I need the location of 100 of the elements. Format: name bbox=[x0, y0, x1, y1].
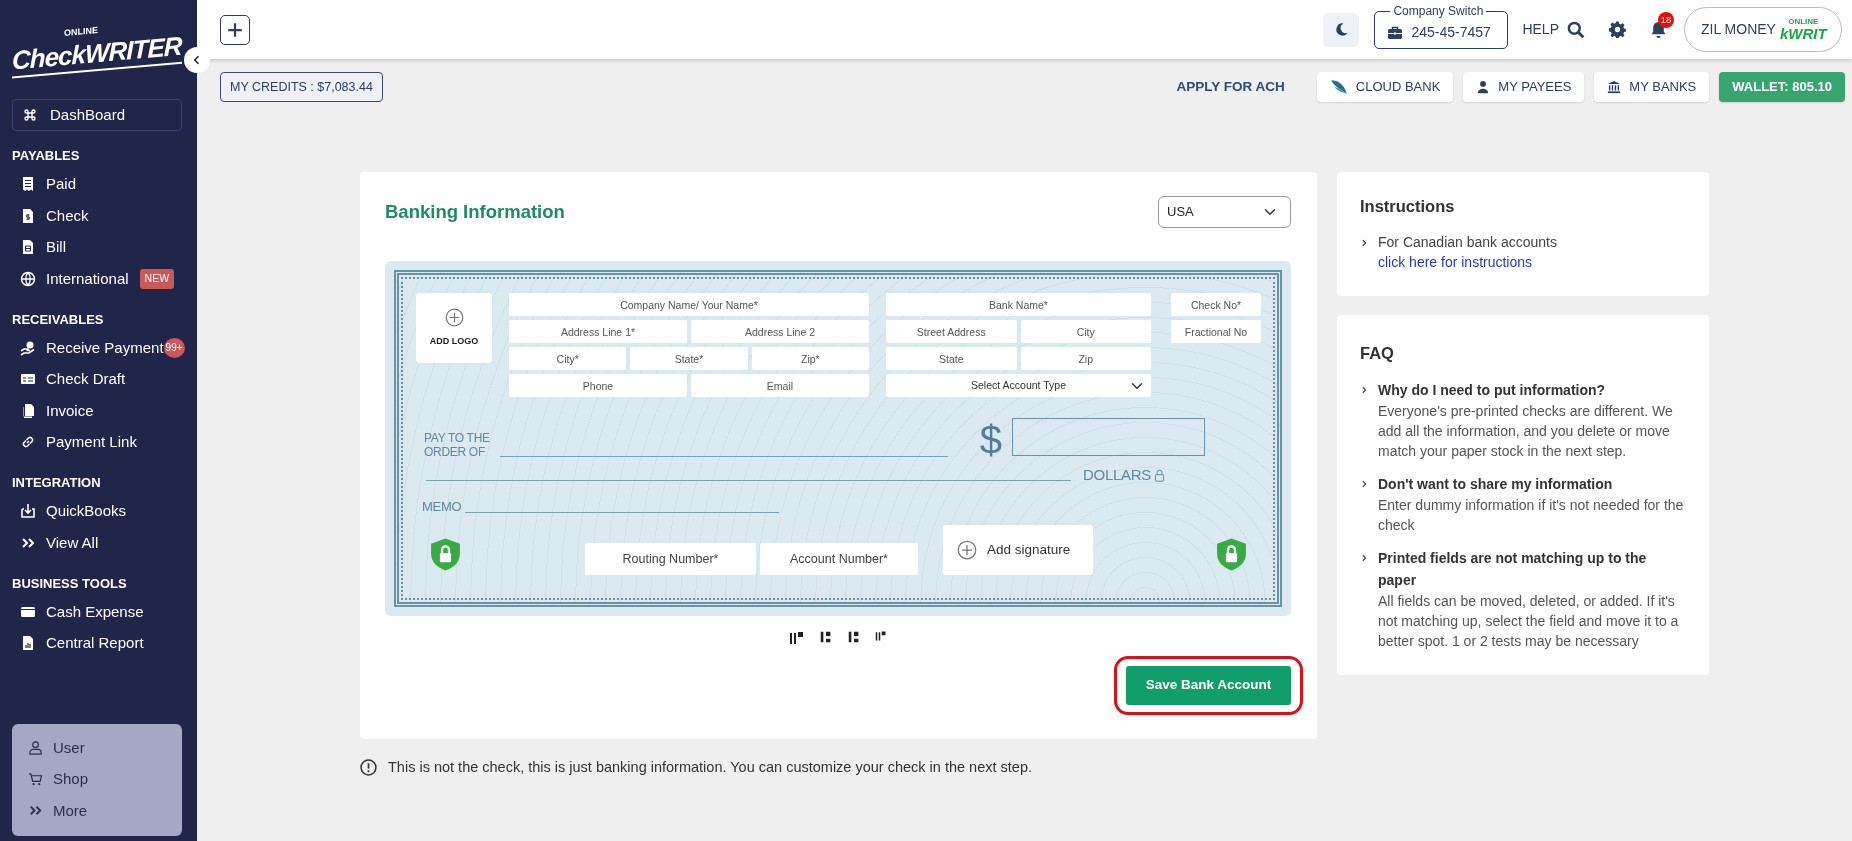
sidebar-item[interactable]: QuickBooks bbox=[12, 495, 185, 527]
menu-item[interactable]: More bbox=[28, 795, 182, 827]
report-icon bbox=[20, 635, 36, 652]
bank-icon bbox=[1607, 80, 1622, 94]
input-field[interactable]: Email bbox=[691, 374, 869, 397]
dashboard-button[interactable]: DashBoard bbox=[12, 99, 182, 131]
sidebar-item[interactable]: Bill bbox=[12, 231, 185, 263]
sidebar-item[interactable]: View All bbox=[12, 527, 185, 559]
sidebar-item[interactable]: Central Report bbox=[12, 627, 185, 659]
sidebar-item[interactable]: Payment Link bbox=[12, 426, 185, 458]
hand-coin-icon bbox=[20, 339, 36, 356]
faq-answer: Everyone's pre-printed checks are different. We add all the information, and you delete or move match your paper stock in the next step. bbox=[1378, 401, 1674, 461]
input-field[interactable]: Zip bbox=[1020, 347, 1151, 370]
logo-tagline: ONLINE bbox=[1787, 18, 1820, 26]
input-field[interactable]: City* bbox=[509, 347, 627, 370]
faq-answer: All fields can be moved, deleted, or added. If it's not matching up, select the field and move it to a better spot. 1 or 2 tests may be necessary bbox=[1378, 591, 1680, 651]
company-switch-label: Company Switch bbox=[1390, 3, 1487, 18]
credits-button[interactable]: MY CREDITS : $7,083.44 bbox=[220, 72, 383, 102]
logo-wordmark: kWRIT bbox=[1779, 26, 1827, 41]
new-badge: NEW bbox=[139, 268, 175, 289]
plus-circle-icon bbox=[444, 307, 464, 327]
add-button[interactable] bbox=[220, 14, 250, 45]
sidebar-item[interactable]: Check Draft bbox=[12, 363, 185, 395]
action-button[interactable]: MY PAYEES bbox=[1463, 72, 1585, 102]
menu-item[interactable]: User bbox=[28, 732, 182, 764]
action-button[interactable]: MY BANKS bbox=[1594, 72, 1710, 102]
document-icon bbox=[20, 239, 36, 256]
plus-circle-icon bbox=[957, 540, 977, 561]
sidebar-item[interactable]: Invoice bbox=[12, 395, 185, 427]
bank-logo-icon bbox=[1329, 78, 1348, 96]
input-field[interactable]: Bank Name* bbox=[886, 293, 1151, 316]
count-badge: 99+ bbox=[163, 337, 185, 358]
action-button[interactable]: CLOUD BANK bbox=[1316, 72, 1454, 102]
notifications-button[interactable]: 18 bbox=[1650, 12, 1676, 38]
section-heading: RECEIVABLES bbox=[12, 310, 105, 329]
micr-symbol-icon bbox=[875, 630, 887, 642]
notification-count: 18 bbox=[1658, 12, 1674, 28]
input-field[interactable]: Phone bbox=[509, 374, 687, 397]
moon-icon bbox=[1333, 22, 1349, 37]
shield-lock-icon bbox=[1215, 536, 1248, 573]
briefcase-icon bbox=[1387, 24, 1404, 41]
input-field[interactable]: Address Line 1* bbox=[509, 320, 687, 343]
input-field[interactable]: State bbox=[886, 347, 1017, 370]
menu-item[interactable]: Shop bbox=[28, 763, 182, 795]
cart-icon bbox=[28, 771, 43, 787]
input-field[interactable]: Company Name/ Your Name* bbox=[509, 293, 869, 316]
input-field[interactable]: Fractional No bbox=[1171, 320, 1261, 343]
help-link[interactable]: HELP bbox=[1522, 19, 1559, 40]
country-select[interactable]: USA bbox=[1158, 196, 1291, 228]
section-heading: BUSINESS TOOLS bbox=[12, 574, 128, 593]
input-field[interactable]: City bbox=[1020, 320, 1151, 343]
section-heading: PAYABLES bbox=[12, 147, 81, 165]
input-field[interactable]: Address Line 2 bbox=[691, 320, 869, 343]
card-title: Banking Information bbox=[385, 200, 565, 225]
sidebar-item[interactable]: Receive Payment99+ bbox=[12, 332, 185, 364]
faq-question[interactable]: Don't want to share my information bbox=[1378, 472, 1685, 495]
settings-button[interactable] bbox=[1609, 21, 1626, 38]
user-icon bbox=[28, 740, 43, 756]
routing-number-field[interactable]: Routing Number* bbox=[585, 543, 756, 576]
add-signature-button[interactable]: Add signature bbox=[943, 525, 1093, 576]
receipt-icon bbox=[20, 176, 36, 193]
person-icon bbox=[1476, 80, 1491, 94]
sidebar-item[interactable]: Paid bbox=[12, 168, 185, 200]
micr-symbol-icon bbox=[819, 630, 833, 644]
sidebar-item[interactable]: International NEW bbox=[12, 263, 185, 295]
globe-icon bbox=[20, 270, 36, 287]
shield-lock-icon bbox=[429, 536, 462, 573]
micr-symbol-icon bbox=[847, 630, 861, 644]
pay-to-label: PAY TO THE ORDER OF bbox=[424, 432, 490, 460]
settings-icon bbox=[1609, 21, 1626, 38]
input-field[interactable]: State* bbox=[630, 347, 748, 370]
sidebar-item[interactable]: Check bbox=[12, 200, 185, 232]
faq-answer: Enter dummy information if it's not needed for the check bbox=[1378, 495, 1685, 535]
sidebar-item[interactable]: Cash Expense bbox=[12, 596, 185, 628]
plus-icon bbox=[226, 20, 244, 39]
faq-question[interactable]: Printed fields are not matching up to the paper bbox=[1378, 546, 1685, 591]
card-title: FAQ bbox=[1360, 342, 1395, 364]
amount-field[interactable] bbox=[1011, 418, 1205, 456]
padlock-icon bbox=[1152, 468, 1166, 484]
section-heading: INTEGRATION bbox=[12, 474, 102, 492]
input-field[interactable]: Zip* bbox=[751, 347, 869, 370]
add-logo-button[interactable]: ADD LOGO bbox=[416, 293, 492, 363]
input-field[interactable]: Check No* bbox=[1171, 293, 1261, 316]
search-button[interactable] bbox=[1567, 20, 1585, 39]
dollar-sign: $ bbox=[979, 420, 1002, 460]
dollar-document-icon bbox=[20, 207, 36, 224]
download-icon bbox=[20, 503, 36, 520]
command-icon bbox=[22, 107, 38, 123]
account-type-select[interactable]: Select Account Type bbox=[886, 374, 1151, 397]
search-icon bbox=[1567, 20, 1585, 39]
theme-toggle-button[interactable] bbox=[1323, 12, 1360, 47]
info-icon bbox=[360, 759, 377, 777]
account-number-field[interactable]: Account Number* bbox=[760, 543, 918, 576]
card-title: Instructions bbox=[1360, 196, 1456, 217]
dollars-label: DOLLARS bbox=[1083, 466, 1151, 484]
instructions-link[interactable]: click here for instructions bbox=[1378, 253, 1533, 270]
memo-label: MEMO bbox=[422, 500, 462, 516]
input-field[interactable]: Street Address bbox=[886, 320, 1017, 343]
faq-question[interactable]: Why do I need to put information? bbox=[1378, 378, 1685, 401]
apply-ach-link[interactable]: APPLY FOR ACH bbox=[1176, 76, 1285, 98]
